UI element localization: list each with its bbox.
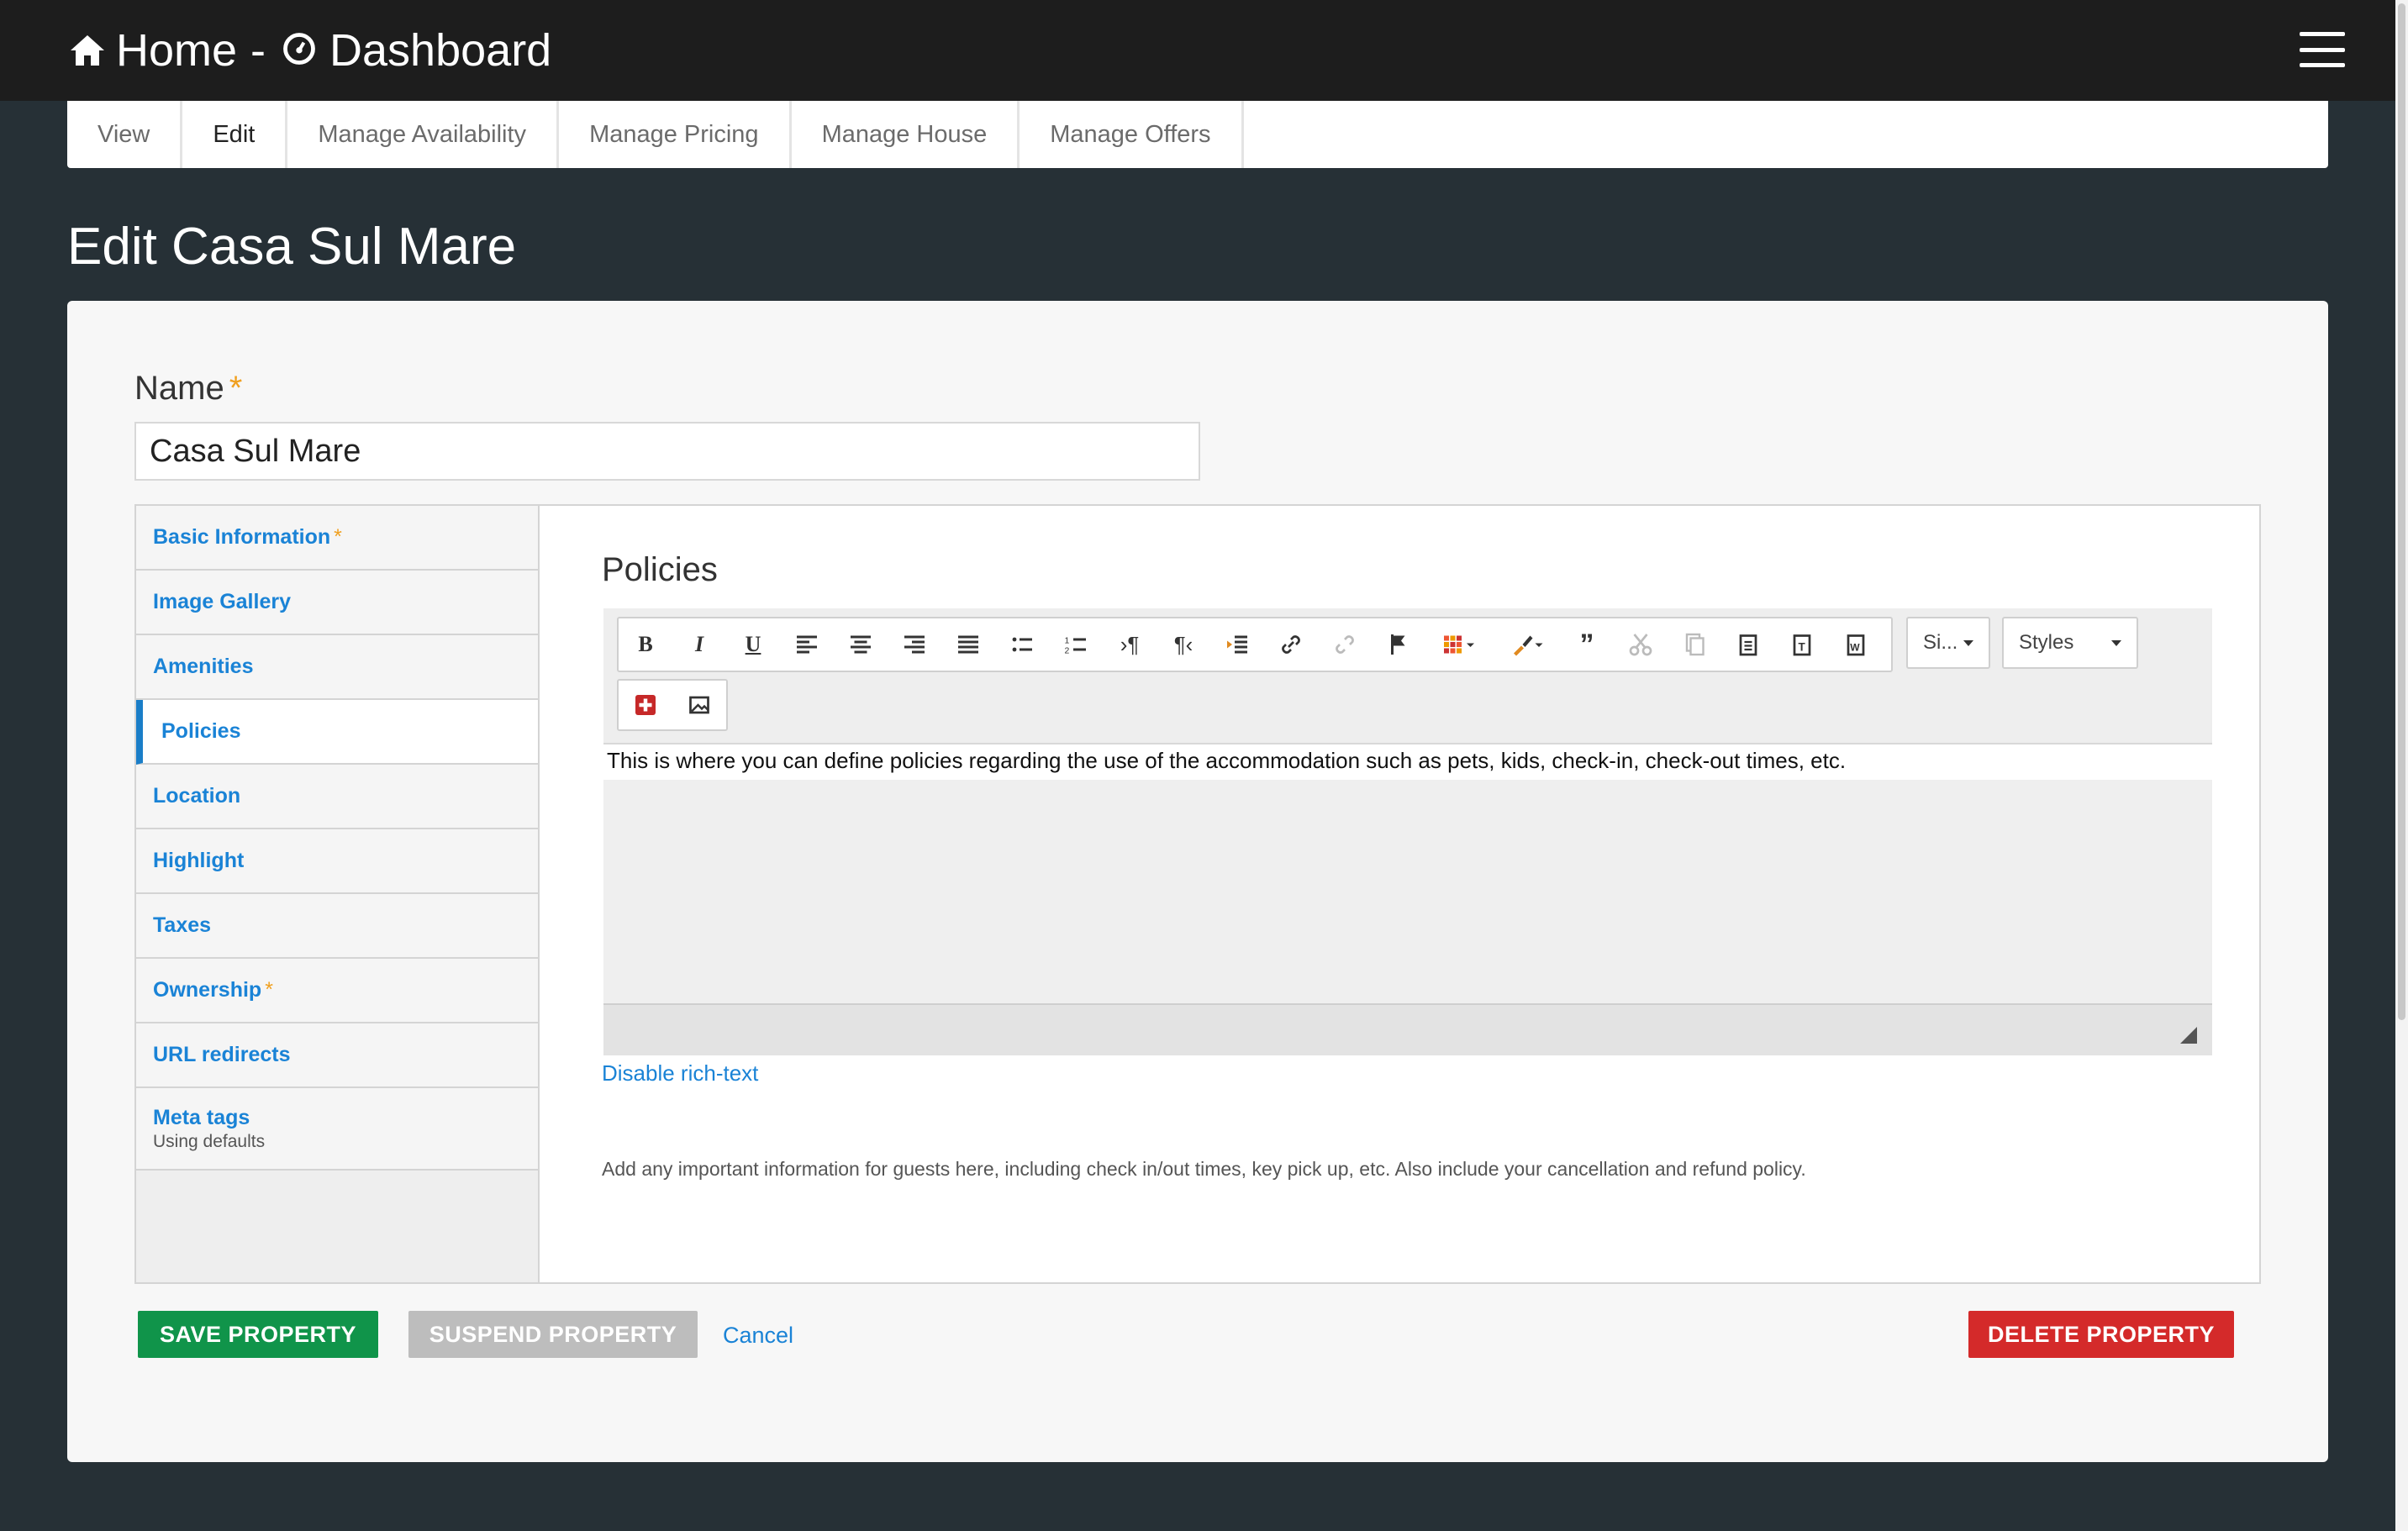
tab-manage-availability[interactable]: Manage Availability [287, 101, 560, 168]
dashboard-icon [281, 30, 321, 71]
rich-text-editor: B I U 12 ›¶ ¶‹ ” T W Si... Styles This i… [603, 608, 2212, 1055]
vtab-label: URL redirects [153, 1043, 291, 1066]
justify-icon[interactable] [941, 620, 995, 669]
align-center-icon[interactable] [834, 620, 888, 669]
bold-icon[interactable]: B [619, 620, 672, 669]
breadcrumb-home[interactable]: Home [116, 24, 237, 76]
cut-icon[interactable] [1614, 620, 1668, 669]
vtab-basic-information[interactable]: Basic Information * [136, 506, 538, 571]
svg-text:1: 1 [1065, 636, 1070, 646]
tab-manage-offers[interactable]: Manage Offers [1020, 101, 1244, 168]
bulleted-list-icon[interactable] [995, 620, 1049, 669]
vtab-amenities[interactable]: Amenities [136, 635, 538, 700]
ltr-icon[interactable]: ›¶ [1103, 620, 1157, 669]
name-input[interactable]: Casa Sul Mare [134, 422, 1200, 481]
align-left-icon[interactable] [780, 620, 834, 669]
tab-manage-pricing[interactable]: Manage Pricing [559, 101, 792, 168]
disable-rich-text-link[interactable]: Disable rich-text [602, 1060, 758, 1086]
home-icon [67, 30, 108, 71]
name-label-text: Name [134, 370, 224, 407]
toolbar-group-main: B I U 12 ›¶ ¶‹ ” T W [617, 617, 1893, 672]
vtab-ownership[interactable]: Ownership * [136, 959, 538, 1023]
breadcrumb: Home - Dashboard [67, 24, 551, 76]
vtab-label: Highlight [153, 849, 245, 872]
editor-statusbar [603, 1003, 2212, 1055]
size-dropdown[interactable]: Si... [1906, 617, 1990, 669]
unlink-icon[interactable] [1318, 620, 1372, 669]
vtab-label: Location [153, 784, 241, 808]
required-mark: * [265, 978, 273, 1002]
styles-dropdown-value: Styles [2019, 631, 2074, 654]
vtab-taxes[interactable]: Taxes [136, 894, 538, 959]
anchor-flag-icon[interactable] [1372, 620, 1425, 669]
vtab-label: Meta tags [153, 1105, 250, 1129]
resize-handle-icon[interactable] [2180, 1027, 2197, 1044]
top-navbar: Home - Dashboard [0, 0, 2395, 101]
brush-icon[interactable] [1493, 620, 1560, 669]
property-tabs: View Edit Manage Availability Manage Pri… [67, 101, 2328, 168]
toolbar-group-media [617, 679, 728, 731]
styles-dropdown[interactable]: Styles [2002, 617, 2138, 669]
align-right-icon[interactable] [888, 620, 941, 669]
edit-form-card: Name * Casa Sul Mare Basic Information * I… [67, 301, 2328, 1462]
breadcrumb-dashboard[interactable]: Dashboard [329, 24, 551, 76]
scrollbar[interactable] [2395, 0, 2408, 1531]
size-dropdown-value: Si... [1923, 631, 1958, 654]
svg-text:T: T [1799, 641, 1806, 654]
editor-toolbar: B I U 12 ›¶ ¶‹ ” T W Si... Styles [603, 608, 2212, 743]
indent-icon[interactable] [1210, 620, 1264, 669]
insert-widget-icon[interactable] [619, 681, 672, 729]
name-label: Name * [134, 370, 242, 408]
tab-view[interactable]: View [67, 101, 183, 168]
menu-icon[interactable] [2300, 32, 2345, 67]
svg-text:W: W [1850, 642, 1860, 654]
vtab-label: Taxes [153, 913, 212, 937]
underline-icon[interactable]: U [726, 620, 780, 669]
vtab-label: Ownership [153, 978, 262, 1002]
page-title: Edit Casa Sul Mare [67, 218, 517, 276]
vtab-location[interactable]: Location [136, 765, 538, 829]
tab-manage-house[interactable]: Manage House [792, 101, 1020, 168]
vtab-summary: Using defaults [153, 1131, 266, 1151]
blockquote-icon[interactable]: ” [1560, 620, 1614, 669]
breadcrumb-separator: - [250, 25, 266, 76]
chevron-down-icon [1963, 639, 1973, 646]
cancel-link[interactable]: Cancel [723, 1323, 793, 1349]
vtab-url-redirects[interactable]: URL redirects [136, 1023, 538, 1088]
paste-word-icon[interactable]: W [1829, 620, 1883, 669]
vtab-meta-tags[interactable]: Meta tags Using defaults [136, 1088, 538, 1171]
paste-text-icon[interactable]: T [1775, 620, 1829, 669]
required-mark: * [229, 370, 243, 407]
scrollbar-thumb[interactable] [2398, 3, 2405, 1020]
policies-pane: Policies B I U 12 ›¶ ¶‹ ” T W Si... Styl… [540, 504, 2261, 1284]
tab-edit[interactable]: Edit [182, 101, 288, 168]
italic-icon[interactable]: I [672, 620, 726, 669]
copy-icon[interactable] [1668, 620, 1721, 669]
table-icon[interactable] [1425, 620, 1493, 669]
suspend-property-button[interactable]: SUSPEND PROPERTY [408, 1311, 698, 1358]
editor-text: This is where you can define policies re… [603, 744, 2212, 780]
rtl-icon[interactable]: ¶‹ [1157, 620, 1210, 669]
vtab-label: Amenities [153, 655, 254, 678]
required-mark: * [334, 525, 342, 549]
vtab-label: Policies [161, 719, 241, 743]
insert-image-icon[interactable] [672, 681, 726, 729]
vtab-label: Image Gallery [153, 590, 291, 613]
vertical-tabs: Basic Information * Image Gallery Ameniti… [134, 504, 540, 1284]
help-text: Add any important information for guests… [602, 1158, 1806, 1180]
numbered-list-icon[interactable]: 12 [1049, 620, 1103, 669]
vtab-policies[interactable]: Policies [136, 700, 538, 765]
chevron-down-icon [2111, 639, 2121, 646]
pane-title: Policies [602, 551, 718, 588]
editor-content-area[interactable]: This is where you can define policies re… [603, 743, 2212, 1003]
save-property-button[interactable]: SAVE PROPERTY [138, 1311, 378, 1358]
vtab-highlight[interactable]: Highlight [136, 829, 538, 894]
vtab-image-gallery[interactable]: Image Gallery [136, 571, 538, 635]
link-icon[interactable] [1264, 620, 1318, 669]
delete-property-button[interactable]: DELETE PROPERTY [1968, 1311, 2234, 1358]
paste-icon[interactable] [1721, 620, 1775, 669]
svg-text:2: 2 [1065, 646, 1070, 656]
vtab-label: Basic Information [153, 525, 331, 549]
